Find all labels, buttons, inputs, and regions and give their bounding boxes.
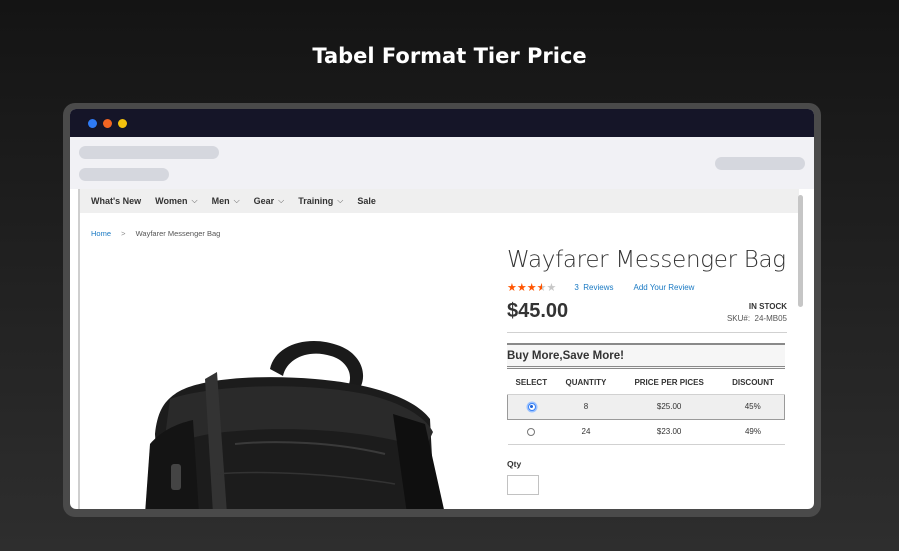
breadcrumb-separator: >	[121, 229, 126, 238]
column-header: PRICE PER PICES	[616, 372, 722, 395]
header-skeleton-line	[79, 168, 169, 181]
sku-line: SKU#: 24-MB05	[727, 314, 787, 323]
select-cell	[507, 393, 556, 420]
nav-item-women[interactable]: Women ⌵	[155, 196, 197, 206]
nav-item-label: What's New	[91, 196, 142, 206]
chevron-down-icon: ⌵	[337, 196, 344, 205]
column-header: QUANTITY	[555, 372, 617, 395]
discount-cell: 49%	[721, 419, 785, 445]
star-half-icon: ★	[536, 282, 547, 294]
star-full-icon: ★	[507, 282, 517, 294]
site-header-placeholder	[70, 137, 814, 189]
discount-cell: 45%	[721, 393, 786, 420]
rating-stars: ★★★★★	[507, 281, 556, 294]
star-empty-icon: ★	[546, 282, 557, 294]
star-full-icon: ★	[516, 282, 527, 294]
window-titlebar	[70, 109, 814, 137]
chevron-down-icon: ⌵	[191, 196, 198, 205]
reviews-label: Reviews	[583, 283, 614, 292]
table-header-row: SELECT QUANTITY PRICE PER PICES DISCOUNT	[507, 372, 785, 395]
breadcrumb: Home > Wayfarer Messenger Bag	[91, 229, 220, 238]
table-row[interactable]: 8 $25.00 45%	[507, 393, 786, 420]
tier-radio-selected[interactable]	[527, 402, 536, 411]
window-dot-blue-icon	[88, 119, 97, 128]
star-full-icon: ★	[526, 282, 537, 294]
price-row: $45.00 IN STOCK SKU#: 24-MB05	[507, 298, 787, 330]
product-price: $45.00	[507, 300, 569, 322]
tier-price-box: Buy More,Save More! SELECT QUANTITY PRIC…	[507, 343, 786, 445]
nav-item-label: Gear	[253, 196, 275, 206]
breadcrumb-current: Wayfarer Messenger Bag	[135, 229, 221, 238]
nav-item-label: Men	[211, 196, 230, 206]
reviews-link[interactable]: 3 Reviews	[574, 283, 613, 292]
product-title: Wayfarer Messenger Bag	[507, 247, 786, 273]
nav-item-whats-new[interactable]: What's New	[91, 196, 141, 206]
divider	[507, 332, 787, 333]
tier-price-table: SELECT QUANTITY PRICE PER PICES DISCOUNT…	[507, 372, 786, 445]
nav-item-training[interactable]: Training ⌵	[298, 196, 343, 206]
nav-item-label: Sale	[357, 196, 376, 206]
window-dot-yellow-icon	[118, 119, 127, 128]
tier-price-heading: Buy More,Save More!	[507, 343, 785, 369]
header-skeleton-line	[79, 146, 219, 159]
product-page: What's New Women ⌵ Men ⌵ Gear ⌵ Training…	[78, 189, 799, 509]
browser-window: What's New Women ⌵ Men ⌵ Gear ⌵ Training…	[70, 109, 814, 509]
add-review-link[interactable]: Add Your Review	[634, 283, 695, 292]
product-info: Wayfarer Messenger Bag ★★★★★ 3 Reviews A…	[507, 247, 787, 495]
sku-value: 24-MB05	[754, 314, 787, 323]
qty-label: Qty	[507, 458, 522, 469]
chevron-down-icon: ⌵	[233, 196, 240, 205]
breadcrumb-home-link[interactable]: Home	[91, 229, 111, 238]
price-cell: $23.00	[616, 419, 722, 445]
qty-input[interactable]	[507, 474, 539, 495]
nav-item-gear[interactable]: Gear ⌵	[254, 196, 285, 206]
column-header: DISCOUNT	[721, 372, 785, 395]
nav-item-label: Training	[298, 196, 334, 206]
nav-item-men[interactable]: Men ⌵	[212, 196, 240, 206]
price-cell: $25.00	[616, 393, 722, 420]
nav-item-sale[interactable]: Sale	[357, 196, 376, 206]
rating-row: ★★★★★ 3 Reviews Add Your Review	[507, 281, 787, 294]
table-row[interactable]: 24 $23.00 49%	[507, 419, 785, 445]
page-scrollbar[interactable]	[798, 195, 803, 307]
quantity-cell: 24	[555, 419, 617, 445]
column-header: SELECT	[507, 372, 556, 395]
main-nav: What's New Women ⌵ Men ⌵ Gear ⌵ Training…	[80, 189, 799, 213]
stock-status: IN STOCK	[748, 302, 787, 311]
product-image[interactable]	[135, 324, 455, 509]
nav-item-label: Women	[155, 196, 188, 206]
quantity-cell: 8	[555, 393, 617, 420]
sku-label: SKU#:	[726, 314, 751, 323]
window-dot-orange-icon	[103, 119, 112, 128]
header-skeleton-search	[715, 157, 805, 170]
chevron-down-icon: ⌵	[278, 196, 285, 205]
tier-radio[interactable]	[527, 427, 536, 436]
reviews-count: 3	[574, 283, 579, 292]
banner-title: Tabel Format Tier Price	[312, 44, 587, 68]
select-cell	[507, 419, 556, 445]
